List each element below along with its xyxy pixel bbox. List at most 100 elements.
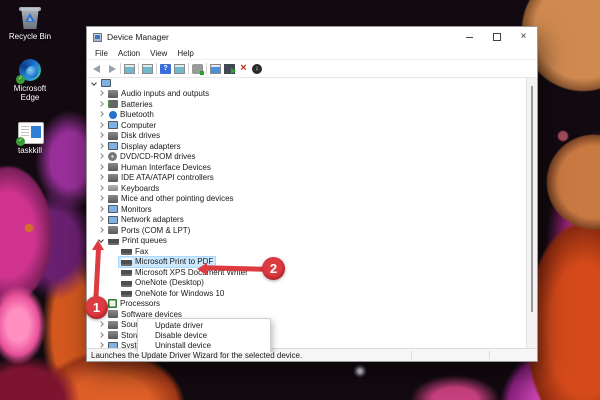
tree-item-label: Bluetooth bbox=[120, 110, 154, 119]
keyboard-icon bbox=[108, 185, 118, 191]
toolbar-separator bbox=[138, 63, 139, 74]
toolbar-separator bbox=[188, 63, 189, 74]
tree-item-label: DVD/CD-ROM drives bbox=[120, 152, 196, 161]
tree-item-microsoft-print-to-pdf[interactable]: Microsoft Print to PDF bbox=[87, 257, 527, 268]
menu-help[interactable]: Help bbox=[172, 49, 198, 58]
status-divider bbox=[411, 351, 412, 359]
tree-row-content: Keyboards bbox=[106, 183, 161, 193]
tree-row-content: Bluetooth bbox=[106, 110, 156, 120]
tree-item-monitors[interactable]: Monitors bbox=[87, 204, 527, 215]
menu-view[interactable]: View bbox=[145, 49, 172, 58]
chevron-right-icon[interactable] bbox=[98, 175, 103, 180]
tree-item-label: Monitors bbox=[121, 205, 152, 214]
tree-item-ide-ata-atapi-controllers[interactable]: IDE ATA/ATAPI controllers bbox=[87, 173, 527, 184]
menu-file[interactable]: File bbox=[90, 49, 113, 58]
tree-item-label: OneNote for Windows 10 bbox=[135, 289, 224, 298]
disable-icon[interactable]: ↓ bbox=[252, 64, 262, 74]
tree-item-processors[interactable]: Processors bbox=[87, 299, 527, 310]
chevron-right-icon[interactable] bbox=[98, 186, 103, 191]
tree-item-computer[interactable]: Computer bbox=[87, 120, 527, 131]
tree-item-human-interface-devices[interactable]: Human Interface Devices bbox=[87, 162, 527, 173]
vertical-scrollbar[interactable] bbox=[526, 78, 537, 352]
minimize-button[interactable] bbox=[456, 27, 483, 47]
menu-item-disable-device[interactable]: Disable device bbox=[138, 331, 270, 341]
tree-item-network-adapters[interactable]: Network adapters bbox=[87, 215, 527, 226]
chevron-right-icon[interactable] bbox=[98, 333, 103, 338]
shortcut-check-badge: ✓ bbox=[16, 137, 25, 146]
console-icon[interactable] bbox=[124, 64, 135, 74]
chevron-right-icon[interactable] bbox=[98, 322, 103, 327]
tree-item-fax[interactable]: Fax bbox=[87, 246, 527, 257]
toolbar: ? ×↓ bbox=[87, 60, 537, 78]
printer-icon bbox=[108, 237, 119, 245]
tree-row-content: OneNote (Desktop) bbox=[119, 278, 206, 288]
maximize-button[interactable] bbox=[483, 27, 510, 47]
back-icon[interactable] bbox=[92, 64, 103, 74]
tree-item-label: Fax bbox=[135, 247, 148, 256]
tree-row-content: Mice and other pointing devices bbox=[106, 194, 236, 204]
chevron-right-icon[interactable] bbox=[98, 196, 103, 201]
tree-item-microsoft-xps-document-writer[interactable]: Microsoft XPS Document Writer bbox=[87, 267, 527, 278]
menu-action[interactable]: Action bbox=[113, 49, 145, 58]
desktop-icon-microsoft-edge[interactable]: ✓ Microsoft Edge bbox=[2, 58, 58, 102]
chevron-right-icon[interactable] bbox=[98, 144, 103, 149]
tree-item-onenote-for-windows-10[interactable]: OneNote for Windows 10 bbox=[87, 288, 527, 299]
tree-item-print-queues[interactable]: Print queues bbox=[87, 236, 527, 247]
bluetooth-icon bbox=[109, 111, 117, 119]
processor-icon bbox=[108, 299, 117, 308]
desktop-icon-recycle-bin[interactable]: Recycle Bin bbox=[2, 6, 58, 41]
tree-item-keyboards[interactable]: Keyboards bbox=[87, 183, 527, 194]
tree-item-label: IDE ATA/ATAPI controllers bbox=[121, 173, 214, 182]
chevron-down-icon[interactable] bbox=[91, 81, 96, 86]
menu-item-update-driver[interactable]: Update driver bbox=[138, 321, 270, 331]
menu-item-uninstall-device[interactable]: Uninstall device bbox=[138, 341, 270, 351]
tree-item-display-adapters[interactable]: Display adapters bbox=[87, 141, 527, 152]
tree-row-content: Human Interface Devices bbox=[106, 162, 213, 172]
chevron-right-icon[interactable] bbox=[98, 228, 103, 233]
tree-item-dvd-cd-rom-drives[interactable]: DVD/CD-ROM drives bbox=[87, 152, 527, 163]
console-screen-icon[interactable] bbox=[174, 64, 185, 74]
tree-item-onenote-desktop[interactable]: OneNote (Desktop) bbox=[87, 278, 527, 289]
tree-item-label: Computer bbox=[121, 121, 156, 130]
tree-row-content: OneNote for Windows 10 bbox=[119, 288, 226, 298]
desktop-icon-taskkill[interactable]: ✓ taskkill bbox=[2, 120, 58, 155]
tree-row-content bbox=[99, 78, 116, 88]
tree-item-bluetooth[interactable]: Bluetooth bbox=[87, 110, 527, 121]
help-icon[interactable]: ? bbox=[160, 64, 171, 74]
monitor-icon bbox=[108, 205, 118, 213]
console-icon[interactable] bbox=[142, 64, 153, 74]
mouse-icon bbox=[108, 195, 118, 203]
chevron-right-icon[interactable] bbox=[98, 123, 103, 128]
tree-item-ports-com-lpt[interactable]: Ports (COM & LPT) bbox=[87, 225, 527, 236]
close-button[interactable]: × bbox=[510, 27, 537, 47]
tree-item-batteries[interactable]: Batteries bbox=[87, 99, 527, 110]
tree-item-disk-drives[interactable]: Disk drives bbox=[87, 131, 527, 142]
toolbar-separator bbox=[120, 63, 121, 74]
tree-item-mice-and-other-pointing-devices[interactable]: Mice and other pointing devices bbox=[87, 194, 527, 205]
chevron-right-icon[interactable] bbox=[98, 154, 103, 159]
tree-row-content: Monitors bbox=[106, 204, 154, 214]
chevron-right-icon[interactable] bbox=[98, 207, 103, 212]
title-bar[interactable]: Device Manager × bbox=[87, 27, 537, 47]
chevron-right-icon[interactable] bbox=[98, 133, 103, 138]
tree-root[interactable] bbox=[87, 78, 527, 89]
storage-icon bbox=[108, 331, 118, 339]
scrollbar-thumb[interactable] bbox=[531, 86, 533, 312]
chevron-right-icon[interactable] bbox=[98, 217, 103, 222]
computer-screen-icon[interactable] bbox=[210, 64, 221, 74]
update-driver-icon[interactable] bbox=[224, 64, 235, 74]
tree-row-content: Ports (COM & LPT) bbox=[106, 225, 192, 235]
chevron-right-icon[interactable] bbox=[98, 165, 103, 170]
forward-icon[interactable] bbox=[106, 64, 117, 74]
chevron-right-icon[interactable] bbox=[98, 102, 103, 107]
scan-hardware-icon[interactable] bbox=[192, 64, 203, 74]
chevron-right-icon[interactable] bbox=[98, 112, 103, 117]
chevron-right-icon[interactable] bbox=[98, 91, 103, 96]
tree-item-label: Mice and other pointing devices bbox=[121, 194, 234, 203]
computer-icon bbox=[101, 79, 111, 87]
tree-row-content: Display adapters bbox=[106, 141, 183, 151]
uninstall-icon[interactable]: × bbox=[238, 64, 249, 74]
tree-item-audio-inputs-and-outputs[interactable]: Audio inputs and outputs bbox=[87, 89, 527, 100]
tree-item-label: Ports (COM & LPT) bbox=[121, 226, 190, 235]
tree-row-content: Batteries bbox=[106, 99, 155, 109]
